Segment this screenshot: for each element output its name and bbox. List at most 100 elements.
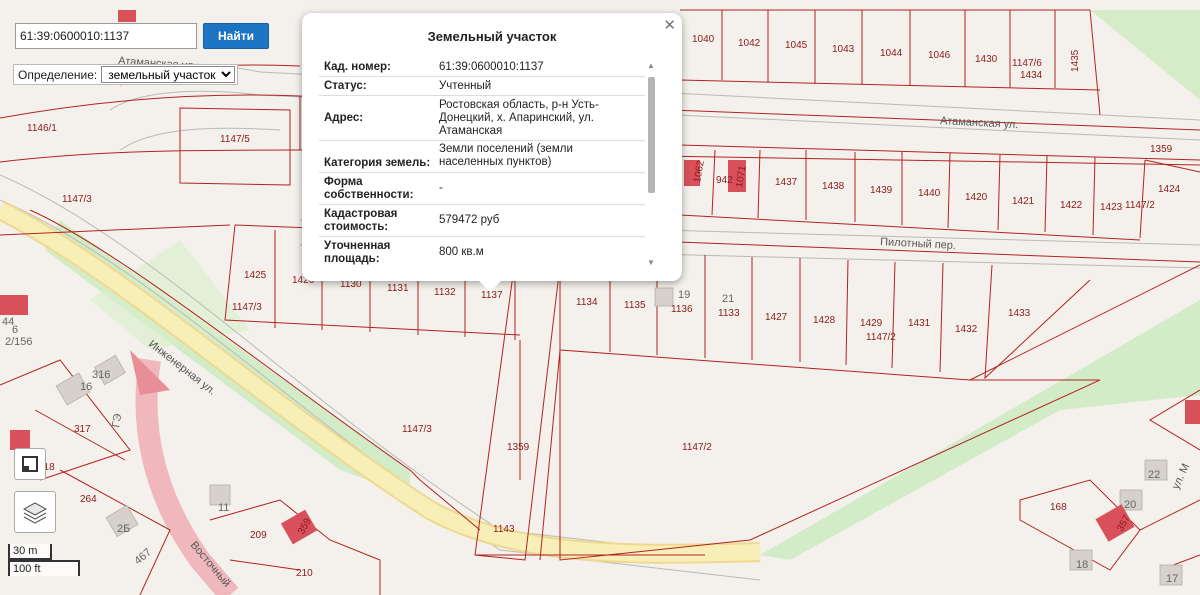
parcel-label: 1147/3 xyxy=(402,424,432,435)
parcel-label: 1421 xyxy=(1012,196,1035,207)
prop-label: Статус: xyxy=(324,80,367,92)
prop-row-cadastral-number: Кад. номер: 61:39:0600010:1137 xyxy=(319,58,645,77)
parcel-label: 1425 xyxy=(244,270,267,281)
parcel-label: 1359 xyxy=(507,442,530,453)
prop-row-land-category: Категория земель: Земли поселений (земли… xyxy=(319,141,645,173)
scroll-down-icon[interactable]: ▼ xyxy=(647,258,655,267)
prop-value: - xyxy=(439,182,443,194)
parcel-label: 1431 xyxy=(908,318,931,329)
prop-value: 800 кв.м xyxy=(439,246,484,258)
definition-select[interactable]: земельный участок xyxy=(101,66,236,83)
parcel-label: 1133 xyxy=(718,308,740,319)
parcel-label: 1439 xyxy=(870,185,893,196)
parcel-label: 1147/2 xyxy=(682,442,712,453)
prop-row-ownership: Форма собственности: - xyxy=(319,173,645,205)
parcel-label: 1042 xyxy=(738,38,761,49)
parcel-label: 1045 xyxy=(785,40,808,51)
parcel-label: 210 xyxy=(296,568,313,579)
parcel-label: 1429 xyxy=(860,318,883,329)
parcel-label: 1430 xyxy=(975,54,998,65)
prop-row-status: Статус: Учтенный xyxy=(319,77,645,96)
scale-imperial: 100 ft xyxy=(8,560,80,576)
scroll-thumb[interactable] xyxy=(648,77,655,193)
prop-row-cadastral-value: Кадастровая стоимость: 579472 руб xyxy=(319,205,645,237)
definition-row: Определение: земельный участок xyxy=(13,64,239,85)
parcel-label: 1043 xyxy=(832,44,855,55)
popup-properties: Кад. номер: 61:39:0600010:1137 Статус: У… xyxy=(319,58,645,268)
parcel-info-popup: ✕ Земельный участок Кад. номер: 61:39:06… xyxy=(302,13,682,292)
parcel-label: 1147/2 xyxy=(866,332,896,343)
parcel-label: 1435 xyxy=(1070,49,1081,72)
parcel-label: 1134 xyxy=(576,297,598,308)
prop-row-address: Адрес: Ростовская область, р-н Усть-Доне… xyxy=(319,96,645,141)
building-number: 6 xyxy=(12,324,18,336)
scroll-up-icon[interactable]: ▲ xyxy=(647,61,655,70)
parcel-label: 1135 xyxy=(624,300,646,311)
building-number: 19 xyxy=(678,289,690,301)
parcel-label: 1422 xyxy=(1060,200,1083,211)
parcel-label: 1147/6 xyxy=(1012,58,1042,69)
parcel-label: 1420 xyxy=(965,192,988,203)
prop-row-area: Уточненная площадь: 800 кв.м xyxy=(319,237,645,268)
fullscreen-icon xyxy=(22,456,38,472)
layers-icon xyxy=(22,502,48,524)
popup-pointer xyxy=(478,280,502,292)
parcel-label: 1438 xyxy=(822,181,845,192)
layers-button[interactable] xyxy=(14,491,56,533)
parcel-label: 1434 xyxy=(1020,70,1043,81)
parcel-label: 1147/5 xyxy=(220,134,250,145)
parcel-label: 1440 xyxy=(918,188,941,199)
prop-value: 61:39:0600010:1137 xyxy=(439,60,544,73)
prop-value: 579472 руб xyxy=(439,214,500,226)
prop-label: Категория земель: xyxy=(324,157,431,169)
building-number: 21 xyxy=(722,293,734,305)
parcel-label: 1132 xyxy=(434,287,456,298)
parcel-label: 1044 xyxy=(880,48,903,59)
building-number: 22 xyxy=(1148,469,1160,481)
definition-label: Определение: xyxy=(18,67,98,82)
parcel-label: 1427 xyxy=(765,312,788,323)
building-number: 18 xyxy=(1076,559,1088,571)
parcel-label: 1423 xyxy=(1100,202,1123,213)
prop-value: Учтенный xyxy=(439,79,492,92)
parcel-label: 1428 xyxy=(813,315,836,326)
popup-scrollbar[interactable]: ▲ ▼ xyxy=(646,61,656,267)
building-number: 11 xyxy=(218,502,229,514)
parcel-label: 1147/3 xyxy=(232,302,262,313)
building-number: 2/156 xyxy=(5,336,33,348)
parcel-label: 1046 xyxy=(928,50,951,61)
parcel-label: 1437 xyxy=(775,177,798,188)
building-number: 20 xyxy=(1124,499,1136,511)
prop-label: Кадастровая стоимость: xyxy=(324,208,398,233)
building-number: ГЭ xyxy=(110,413,124,429)
parcel-label: 1147/3 xyxy=(62,194,92,205)
building-number: 316 xyxy=(92,369,110,381)
parcel-label: 1432 xyxy=(955,324,978,335)
parcel-label: 1359 xyxy=(1150,144,1173,155)
popup-title: Земельный участок xyxy=(427,29,557,44)
fullscreen-button[interactable] xyxy=(14,448,46,480)
prop-label: Форма собственности: xyxy=(324,176,414,201)
parcel-label: 1424 xyxy=(1158,184,1181,195)
search-bar: Найти xyxy=(15,23,269,49)
parcel-label: 1136 xyxy=(671,304,693,315)
parcel-label: 1147/2 xyxy=(1125,200,1155,211)
building-number: 16 xyxy=(80,381,92,393)
scale-metric: 30 m xyxy=(8,544,52,560)
search-input[interactable] xyxy=(15,23,197,49)
parcel-label: 1040 xyxy=(692,34,715,45)
prop-label: Адрес: xyxy=(324,111,364,124)
parcel-label: 1433 xyxy=(1008,308,1031,319)
parcel-label: 1146/1 xyxy=(27,123,57,134)
scale-bar: 30 m 100 ft xyxy=(8,544,80,576)
prop-label: Кад. номер: xyxy=(324,61,391,73)
parcel-label: 264 xyxy=(80,494,97,505)
parcel-label: 1143 xyxy=(493,524,515,535)
parcel-label: 942 xyxy=(716,175,733,186)
prop-value: Земли поселений (земли населенных пункто… xyxy=(439,143,573,168)
building-number: 2Б xyxy=(117,523,130,535)
search-button[interactable]: Найти xyxy=(203,23,269,49)
prop-label: Уточненная площадь: xyxy=(324,240,391,265)
parcel-label: 168 xyxy=(1050,502,1067,513)
parcel-label: 209 xyxy=(250,530,267,541)
